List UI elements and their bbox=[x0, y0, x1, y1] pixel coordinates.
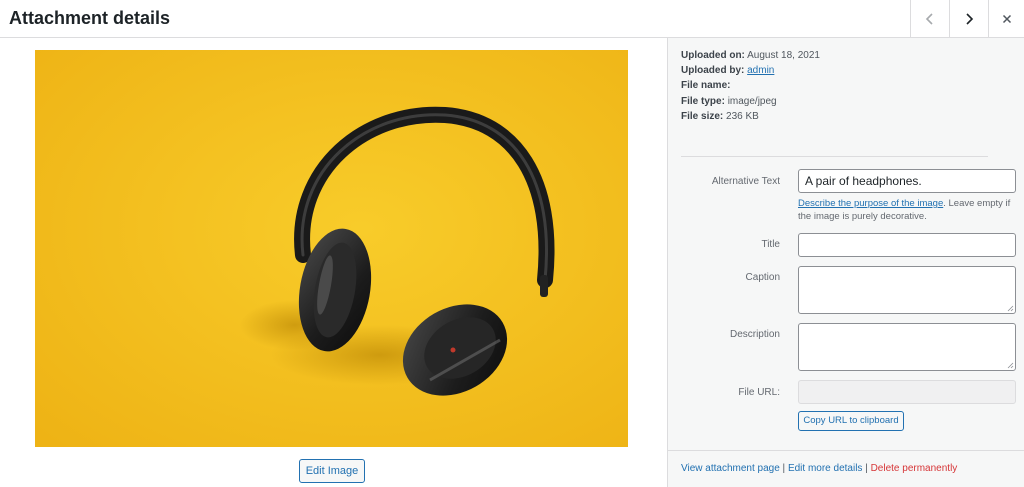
alt-text-help: Describe the purpose of the image. Leave… bbox=[798, 197, 1020, 223]
file-size-label: File size: bbox=[681, 110, 724, 122]
caption-label: Caption bbox=[745, 272, 780, 283]
resize-grip-icon bbox=[1007, 305, 1014, 312]
next-button[interactable] bbox=[949, 0, 988, 38]
file-url-input bbox=[798, 380, 1016, 404]
uploaded-on: Uploaded on: August 18, 2021 bbox=[681, 48, 820, 63]
uploaded-by: Uploaded by: admin bbox=[681, 63, 820, 78]
delete-permanently-link[interactable]: Delete permanently bbox=[871, 463, 958, 474]
uploaded-on-value: August 18, 2021 bbox=[747, 50, 820, 61]
modal-header: Attachment details bbox=[0, 0, 1024, 38]
describe-purpose-link[interactable]: Describe the purpose of the image bbox=[798, 198, 943, 209]
title-label: Title bbox=[761, 239, 780, 250]
file-name: File name: bbox=[681, 78, 820, 93]
caption-textarea[interactable] bbox=[798, 266, 1016, 314]
description-label: Description bbox=[729, 329, 780, 340]
uploaded-on-label: Uploaded on: bbox=[681, 50, 745, 61]
divider bbox=[681, 156, 988, 157]
page-title: Attachment details bbox=[9, 8, 171, 28]
divider bbox=[668, 450, 1024, 451]
alt-text-label: Alternative Text bbox=[711, 176, 780, 187]
uploaded-by-link[interactable]: admin bbox=[747, 65, 774, 76]
file-type-label: File type: bbox=[681, 95, 725, 107]
headphones-image bbox=[35, 50, 628, 447]
resize-grip-icon bbox=[1007, 362, 1014, 369]
close-button[interactable] bbox=[988, 0, 1024, 38]
edit-more-details-link[interactable]: Edit more details bbox=[788, 463, 862, 474]
attachment-actions: View attachment page | Edit more details… bbox=[681, 463, 957, 474]
separator: | bbox=[779, 463, 788, 474]
edit-image-button[interactable]: Edit Image bbox=[299, 459, 365, 483]
attachment-image bbox=[35, 50, 628, 447]
chevron-left-icon bbox=[925, 13, 933, 25]
chevron-right-icon bbox=[966, 13, 974, 25]
file-type: File type: image/jpeg bbox=[681, 94, 820, 109]
close-icon bbox=[1002, 14, 1011, 24]
attachment-details-sidebar: Uploaded on: August 18, 2021 Uploaded by… bbox=[667, 38, 1024, 487]
view-attachment-page-link[interactable]: View attachment page bbox=[681, 463, 780, 474]
file-url-label: File URL: bbox=[738, 387, 780, 398]
copy-url-button[interactable]: Copy URL to clipboard bbox=[798, 411, 904, 431]
file-size: File size: 236 KB bbox=[681, 109, 820, 124]
alt-text-input[interactable] bbox=[798, 169, 1016, 193]
file-size-value: 236 KB bbox=[726, 110, 759, 122]
uploaded-by-label: Uploaded by: bbox=[681, 65, 745, 77]
media-preview-pane: Edit Image bbox=[0, 38, 667, 487]
file-metadata: Uploaded on: August 18, 2021 Uploaded by… bbox=[681, 48, 820, 124]
description-textarea[interactable] bbox=[798, 323, 1016, 371]
file-type-value: image/jpeg bbox=[727, 95, 777, 107]
separator: | bbox=[862, 463, 871, 474]
file-name-label: File name: bbox=[681, 80, 731, 92]
previous-button[interactable] bbox=[910, 0, 949, 38]
title-input[interactable] bbox=[798, 233, 1016, 257]
